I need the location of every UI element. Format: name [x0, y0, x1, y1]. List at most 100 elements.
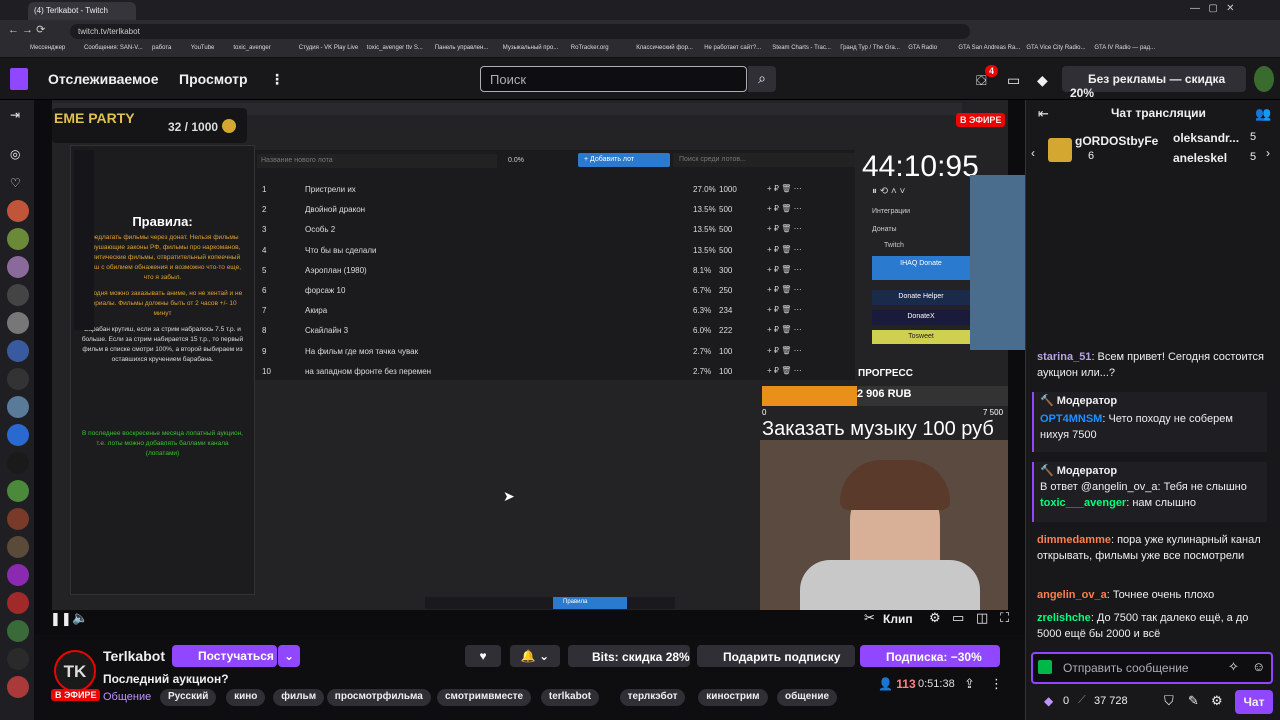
gift-sub-button[interactable]: Подарить подписку: [697, 645, 855, 667]
search-icon[interactable]: ⌕: [748, 66, 776, 92]
tag-pill[interactable]: фильм: [273, 689, 325, 706]
sidebar-avatar[interactable]: [7, 200, 29, 222]
sidebar-avatar[interactable]: [7, 592, 29, 614]
bookmark-item[interactable]: toxic_avenger ttv S...: [367, 45, 423, 51]
pause-icon[interactable]: ❚❚: [50, 611, 72, 627]
sidebar-avatar[interactable]: [7, 620, 29, 642]
whispers-icon[interactable]: ▭: [1007, 72, 1020, 89]
bookmark-item[interactable]: работа: [152, 45, 171, 51]
sidebar-avatar[interactable]: [7, 424, 29, 446]
chat-username[interactable]: dimmedamme: [1037, 534, 1111, 546]
search-input[interactable]: Поиск: [480, 66, 747, 92]
prev-arrow-icon[interactable]: ‹: [1031, 146, 1035, 160]
sidebar-avatar[interactable]: [7, 508, 29, 530]
sidebar-avatar[interactable]: [7, 228, 29, 250]
sidebar-avatar[interactable]: [7, 536, 29, 558]
window-controls[interactable]: — ▢ ✕: [1190, 3, 1235, 14]
heart-icon[interactable]: ♡: [10, 176, 21, 190]
shield-icon[interactable]: ⛉: [1164, 693, 1174, 709]
tag-pill[interactable]: кинострим: [698, 689, 768, 706]
share-icon[interactable]: ⇪: [964, 676, 975, 692]
badge-icon[interactable]: [1038, 660, 1052, 674]
nav-browse[interactable]: Просмотр: [179, 71, 248, 87]
collapse-chat-icon[interactable]: ⇤: [1038, 106, 1049, 122]
tag-pill[interactable]: terlkabot: [540, 689, 600, 706]
sparkle-icon[interactable]: ✧: [1228, 659, 1239, 675]
follow-button[interactable]: Постучаться: [172, 645, 277, 667]
theatre-mode-icon[interactable]: ▭: [952, 610, 964, 626]
bits-button[interactable]: Bits: скидка 28%: [568, 645, 690, 667]
bookmark-item[interactable]: Гранд Тур / The Gra...: [840, 45, 900, 51]
bookmark-item[interactable]: RoTracker.org: [571, 45, 609, 51]
sidebar-avatar[interactable]: [7, 256, 29, 278]
more-options-icon[interactable]: ⋮: [990, 676, 1003, 692]
sidebar-avatar[interactable]: [7, 676, 29, 698]
bookmark-item[interactable]: Классический фор...: [636, 45, 693, 51]
stream-category[interactable]: Общение: [103, 691, 151, 703]
channel-name[interactable]: Terlkabot: [103, 648, 165, 664]
heart-follow-icon[interactable]: ♥: [465, 645, 501, 667]
emote-icon[interactable]: ☺: [1252, 659, 1265, 674]
adfree-button[interactable]: Без рекламы — скидка 20%: [1062, 66, 1246, 100]
bookmark-item[interactable]: GTA San Andreas Ra...: [958, 45, 1020, 51]
chat-username[interactable]: toxic___avenger: [1040, 497, 1126, 509]
tag-pill[interactable]: Русский: [160, 689, 217, 706]
tag-pill[interactable]: общение: [777, 689, 838, 706]
bookmark-item[interactable]: Не работает сайт?...: [704, 45, 761, 51]
users-icon[interactable]: 👥: [1255, 106, 1271, 122]
subscribe-button[interactable]: Подписка: −30%: [860, 645, 1000, 667]
sidebar-avatar[interactable]: [7, 284, 29, 306]
browser-tab[interactable]: (4) Terlkabot - Twitch: [28, 2, 136, 20]
sidebar-toggle-icon[interactable]: ◫: [976, 610, 988, 626]
gear-icon[interactable]: ⚙: [1211, 693, 1223, 709]
chat-send-button[interactable]: Чат: [1235, 690, 1273, 714]
fullscreen-icon[interactable]: ⛶: [1000, 610, 1009, 626]
clip-icon[interactable]: ✂: [864, 610, 875, 626]
sidebar-avatar[interactable]: [7, 340, 29, 362]
tag-pill[interactable]: кино: [226, 689, 266, 706]
settings-icon[interactable]: ⚙: [929, 610, 941, 626]
bookmark-item[interactable]: GTA IV Radio — рад...: [1094, 45, 1155, 51]
sidebar-avatar[interactable]: [7, 396, 29, 418]
bookmark-item[interactable]: Мессенджер: [30, 45, 65, 51]
bookmark-item[interactable]: Steam Charts - Trac...: [772, 45, 831, 51]
crown-icon[interactable]: ◆: [1037, 72, 1048, 89]
chat-username[interactable]: OPT4MNSM: [1040, 413, 1102, 425]
tag-pill[interactable]: терлкэбот: [619, 689, 686, 706]
user-avatar[interactable]: [1254, 66, 1274, 92]
inbox-icon[interactable]: ⛋: [976, 72, 987, 89]
expand-sidebar-icon[interactable]: ⇥: [10, 108, 20, 122]
tag-pill[interactable]: просмотрфильма: [326, 689, 431, 706]
bookmark-item[interactable]: Сообщения: SAN-V...: [84, 45, 143, 51]
next-arrow-icon[interactable]: ›: [1266, 146, 1270, 160]
sidebar-avatar[interactable]: [7, 452, 29, 474]
bookmark-item[interactable]: GTA Vice City Radio...: [1026, 45, 1085, 51]
bell-icon[interactable]: 🔔 ⌄: [510, 645, 560, 667]
chat-username[interactable]: angelin_ov_a: [1037, 589, 1107, 601]
nav-arrows[interactable]: ← → ⟳: [8, 23, 45, 36]
channel-points-icon[interactable]: ◆: [1044, 694, 1053, 708]
twitch-logo-icon[interactable]: [10, 68, 28, 90]
pencil-icon[interactable]: ✎: [1188, 693, 1199, 709]
sidebar-avatar[interactable]: [7, 564, 29, 586]
volume-icon[interactable]: 🔈: [72, 610, 88, 626]
nav-following[interactable]: Отслеживаемое: [48, 71, 159, 87]
sidebar-avatar[interactable]: [7, 312, 29, 334]
tag-pill[interactable]: смотримвместе: [437, 689, 532, 706]
bookmark-item[interactable]: toxic_avenger: [233, 45, 270, 51]
sidebar-avatar[interactable]: [7, 480, 29, 502]
bookmark-item[interactable]: YouTube: [191, 45, 215, 51]
bookmark-item[interactable]: Панель управлен...: [435, 45, 489, 51]
sidebar-avatar[interactable]: [7, 368, 29, 390]
chevron-down-icon[interactable]: ⌄: [278, 645, 300, 667]
url-field[interactable]: twitch.tv/terlkabot: [70, 24, 970, 39]
more-icon[interactable]: ⋮: [270, 71, 284, 88]
chat-username[interactable]: zrelishche: [1037, 612, 1091, 624]
sidebar-avatar[interactable]: [7, 648, 29, 670]
channel-avatar[interactable]: TK: [54, 650, 96, 692]
chat-username[interactable]: starina_51: [1037, 351, 1091, 363]
clip-button[interactable]: Клип: [883, 612, 913, 626]
bookmark-item[interactable]: GTA Radio: [908, 45, 937, 51]
bookmark-item[interactable]: Музыкальный про...: [503, 45, 558, 51]
bookmark-item[interactable]: Студия - VK Play Live: [299, 45, 358, 51]
